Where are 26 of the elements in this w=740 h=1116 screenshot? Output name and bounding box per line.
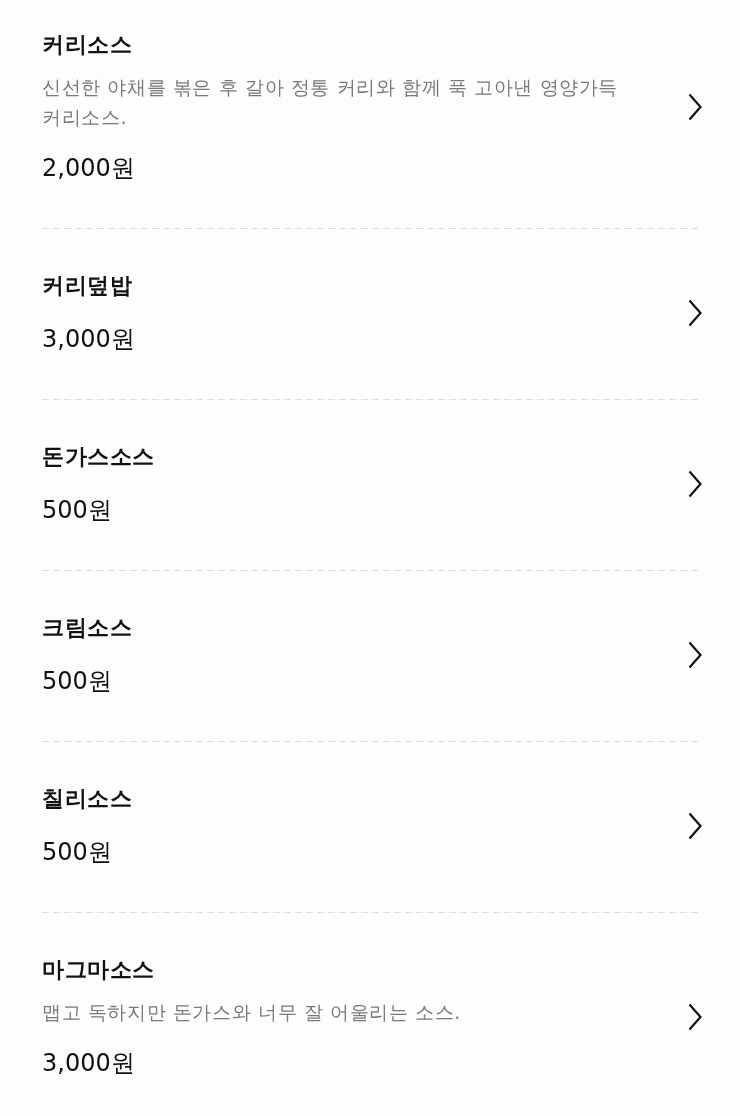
item-name: 마그마소스	[42, 956, 155, 984]
menu-item[interactable]: 크림소스 500원	[42, 571, 702, 741]
item-name: 커리소스	[42, 31, 132, 59]
chevron-right-icon	[688, 1003, 702, 1031]
item-price: 500원	[42, 495, 112, 526]
item-price: 500원	[42, 666, 112, 697]
item-price: 2,000원	[42, 153, 135, 184]
menu-item[interactable]: 마그마소스 맵고 독하지만 돈가스와 너무 잘 어울리는 소스. 3,000원	[42, 913, 702, 1116]
item-name: 돈가스소스	[42, 443, 155, 471]
menu-item[interactable]: 커리덮밥 3,000원	[42, 229, 702, 399]
item-description: 맵고 독하지만 돈가스와 너무 잘 어울리는 소스.	[42, 1000, 461, 1025]
item-name: 커리덮밥	[42, 272, 132, 300]
item-price: 3,000원	[42, 324, 135, 355]
chevron-right-icon	[688, 812, 702, 840]
menu-item[interactable]: 커리소스 신선한 야채를 볶은 후 갈아 정통 커리와 함께 푹 고아낸 영양가득 커리소스. 2,000원	[42, 0, 702, 228]
chevron-right-icon	[688, 299, 702, 327]
item-name: 칠리소스	[42, 785, 132, 813]
menu-item[interactable]: 칠리소스 500원	[42, 742, 702, 912]
chevron-right-icon	[688, 93, 702, 121]
item-name: 크림소스	[42, 614, 132, 642]
chevron-right-icon	[688, 641, 702, 669]
item-description: 신선한 야채를 볶은 후 갈아 정통 커리와 함께 푹 고아낸 영양가득 커리소스.	[42, 75, 619, 130]
menu-item[interactable]: 돈가스소스 500원	[42, 400, 702, 570]
item-price: 3,000원	[42, 1048, 135, 1079]
item-price: 500원	[42, 837, 112, 868]
chevron-right-icon	[688, 470, 702, 498]
